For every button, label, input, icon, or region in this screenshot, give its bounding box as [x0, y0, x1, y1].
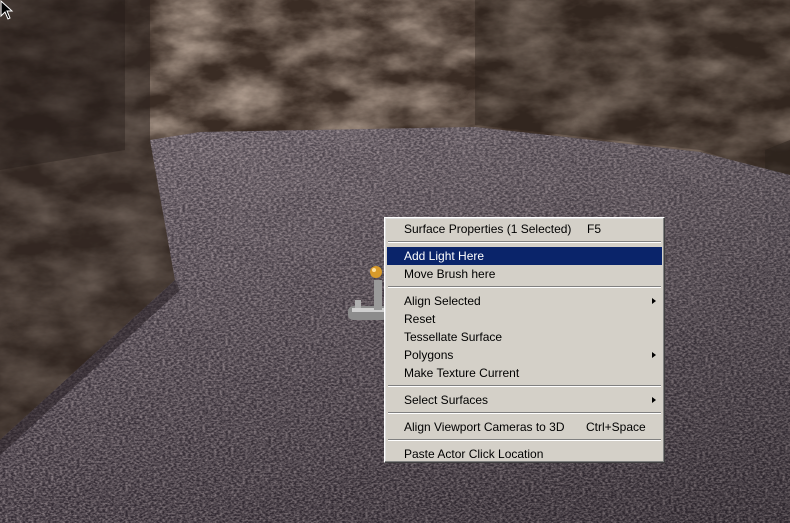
menu-item-label: Add Light Here [404, 249, 485, 263]
menu-item-tessellate-surface[interactable]: Tessellate Surface [387, 328, 662, 346]
menu-item-move-brush-here[interactable]: Move Brush here [387, 265, 662, 283]
menu-separator [387, 283, 662, 292]
menu-item-polygons[interactable]: Polygons [387, 346, 662, 364]
menu-item-label: Tessellate Surface [404, 330, 503, 344]
menu-item-label: Reset [404, 312, 436, 326]
chevron-right-icon [652, 352, 656, 358]
menu-shortcut: Ctrl+Space [586, 420, 646, 434]
menu-shortcut: F5 [587, 222, 602, 236]
menu-item-label: Surface Properties (1 Selected) [404, 222, 572, 236]
menu-separator [387, 409, 662, 418]
menu-item-label: Polygons [404, 348, 454, 362]
chevron-right-icon [652, 397, 656, 403]
menu-item-align-viewport-cameras[interactable]: Align Viewport Cameras to 3D Ctrl+Space [387, 418, 662, 436]
menu-item-label: Move Brush here [404, 267, 496, 281]
menu-item-make-texture-current[interactable]: Make Texture Current [387, 364, 662, 382]
menu-item-surface-properties[interactable]: Surface Properties (1 Selected) F5 [387, 220, 662, 238]
menu-separator [387, 238, 662, 247]
menu-separator [387, 436, 662, 445]
chevron-right-icon [652, 298, 656, 304]
menu-item-add-light-here[interactable]: Add Light Here [387, 247, 662, 265]
menu-item-reset[interactable]: Reset [387, 310, 662, 328]
menu-item-label: Make Texture Current [404, 366, 520, 380]
menu-item-label: Paste Actor Click Location [404, 447, 544, 461]
menu-item-label: Select Surfaces [404, 393, 489, 407]
3d-viewport[interactable]: Surface Properties (1 Selected) F5 Add L… [0, 0, 790, 523]
menu-item-paste-actor-click-location[interactable]: Paste Actor Click Location [387, 445, 662, 463]
menu-separator [387, 382, 662, 391]
menu-item-align-selected[interactable]: Align Selected [387, 292, 662, 310]
menu-item-label: Align Viewport Cameras to 3D [404, 420, 565, 434]
context-menu[interactable]: Surface Properties (1 Selected) F5 Add L… [384, 217, 665, 463]
arrow-cursor-icon [0, 0, 14, 20]
menu-item-select-surfaces[interactable]: Select Surfaces [387, 391, 662, 409]
menu-item-label: Align Selected [404, 294, 481, 308]
